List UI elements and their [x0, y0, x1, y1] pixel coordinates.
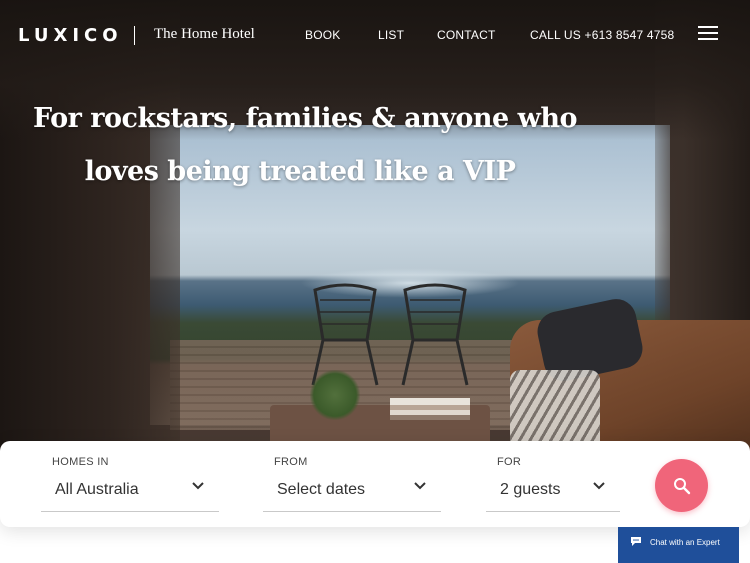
search-icon — [673, 477, 690, 494]
homes-in-value: All Australia — [55, 481, 139, 498]
chevron-down-icon[interactable] — [413, 479, 427, 493]
for-label: FOR — [497, 456, 522, 468]
top-navigation: LUXICO The Home Hotel BOOK LIST CONTACT … — [0, 0, 750, 70]
chat-label: Chat with an Expert — [650, 538, 720, 547]
nav-contact[interactable]: CONTACT — [437, 28, 496, 42]
field-underline — [486, 511, 620, 512]
search-button[interactable] — [655, 459, 708, 512]
plant — [310, 370, 360, 420]
homes-in-label: HOMES IN — [52, 456, 109, 468]
chat-with-expert-button[interactable]: Chat with an Expert — [618, 527, 739, 563]
chat-bubble-icon — [631, 537, 641, 546]
guests-value: 2 guests — [500, 481, 561, 498]
logo[interactable]: LUXICO — [18, 25, 123, 46]
hamburger-icon[interactable] — [698, 24, 718, 42]
chevron-down-icon[interactable] — [592, 479, 606, 493]
nav-call-us[interactable]: CALL US +613 8547 4758 — [530, 28, 674, 42]
field-underline — [263, 511, 441, 512]
nav-list[interactable]: LIST — [378, 28, 404, 42]
search-bar: HOMES IN All Australia FROM Select dates… — [0, 441, 750, 527]
headline-line-1: For rockstars, families & anyone who — [32, 103, 578, 134]
nav-book[interactable]: BOOK — [305, 28, 340, 42]
from-value: Select dates — [277, 481, 366, 498]
hero-image — [0, 0, 750, 470]
deck-chair — [395, 280, 475, 390]
field-underline — [41, 511, 219, 512]
headline-line-2: loves being treated like a VIP — [84, 156, 516, 187]
from-label: FROM — [274, 456, 308, 468]
tagline: The Home Hotel — [154, 26, 255, 42]
books — [390, 398, 470, 420]
chevron-down-icon[interactable] — [191, 479, 205, 493]
hero-headline: For rockstars, families & anyone who lov… — [0, 92, 600, 198]
logo-divider — [134, 26, 135, 45]
